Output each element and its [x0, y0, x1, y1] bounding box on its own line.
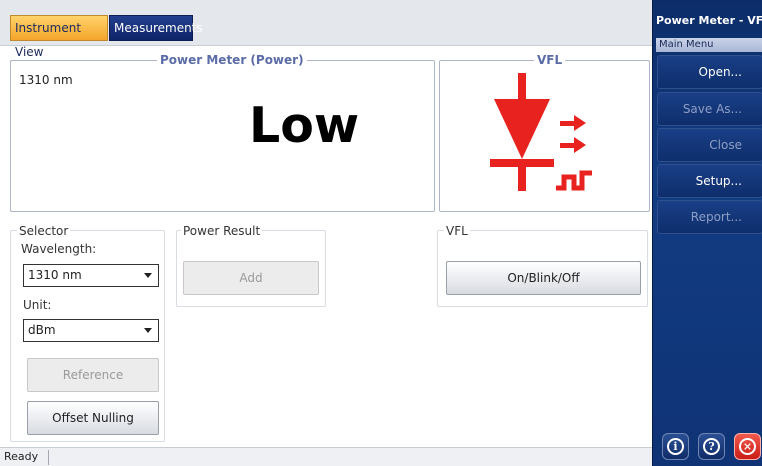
wavelength-label: Wavelength:	[21, 242, 97, 256]
info-button[interactable]: i	[662, 433, 689, 460]
unit-select[interactable]: dBm	[23, 319, 159, 342]
main-menu-label: Main Menu	[656, 38, 762, 52]
wavelength-select-value: 1310 nm	[28, 268, 82, 282]
chevron-down-icon	[144, 328, 152, 333]
vfl-panel-title: VFL	[444, 224, 470, 238]
save-as-menu-item[interactable]: Save As...	[657, 92, 762, 126]
power-result-panel: Power Result Add	[176, 224, 326, 307]
status-divider	[48, 450, 49, 465]
help-icon: ?	[703, 438, 720, 455]
power-meter-display: Power Meter (Power) 1310 nm Low	[10, 53, 435, 212]
power-meter-title: Power Meter (Power)	[157, 53, 307, 67]
vfl-panel: VFL On/Blink/Off	[437, 224, 648, 307]
wavelength-readout: 1310 nm	[19, 73, 73, 87]
power-value: Low	[249, 97, 360, 154]
info-icon: i	[667, 438, 684, 455]
close-button[interactable]: ×	[734, 433, 761, 460]
tab-bar: Instrument View Measurements	[0, 0, 652, 59]
laser-diode-icon	[490, 73, 592, 191]
reference-button[interactable]: Reference	[27, 358, 159, 392]
offset-nulling-button[interactable]: Offset Nulling	[27, 401, 159, 435]
main-area: Instrument View Measurements Power Meter…	[0, 0, 652, 466]
close-menu-item[interactable]: Close	[657, 128, 762, 162]
selector-panel: Selector Wavelength: 1310 nm Unit: dBm R…	[10, 224, 165, 442]
report-menu-item[interactable]: Report...	[657, 200, 762, 234]
vfl-display-title: VFL	[534, 53, 566, 67]
chevron-down-icon	[144, 273, 152, 278]
status-bar: Ready	[0, 447, 652, 466]
unit-select-value: dBm	[28, 323, 56, 337]
status-text: Ready	[4, 450, 39, 463]
tab-instrument-view[interactable]: Instrument View	[10, 15, 108, 59]
add-button[interactable]: Add	[183, 261, 319, 295]
vfl-display: VFL	[439, 53, 650, 212]
unit-label: Unit:	[23, 298, 52, 312]
setup-menu-item[interactable]: Setup...	[657, 164, 762, 198]
open-menu-item[interactable]: Open...	[657, 55, 762, 89]
side-menu: Power Meter - VFL Main Menu Open... Save…	[652, 0, 762, 466]
tab-measurements[interactable]: Measurements	[109, 15, 203, 41]
power-result-title: Power Result	[181, 224, 263, 238]
on-blink-off-button[interactable]: On/Blink/Off	[446, 261, 641, 295]
side-menu-title: Power Meter - VFL	[656, 14, 762, 27]
help-button[interactable]: ?	[698, 433, 725, 460]
close-icon: ×	[739, 438, 756, 455]
wavelength-select[interactable]: 1310 nm	[23, 264, 159, 287]
selector-title: Selector	[17, 224, 71, 238]
